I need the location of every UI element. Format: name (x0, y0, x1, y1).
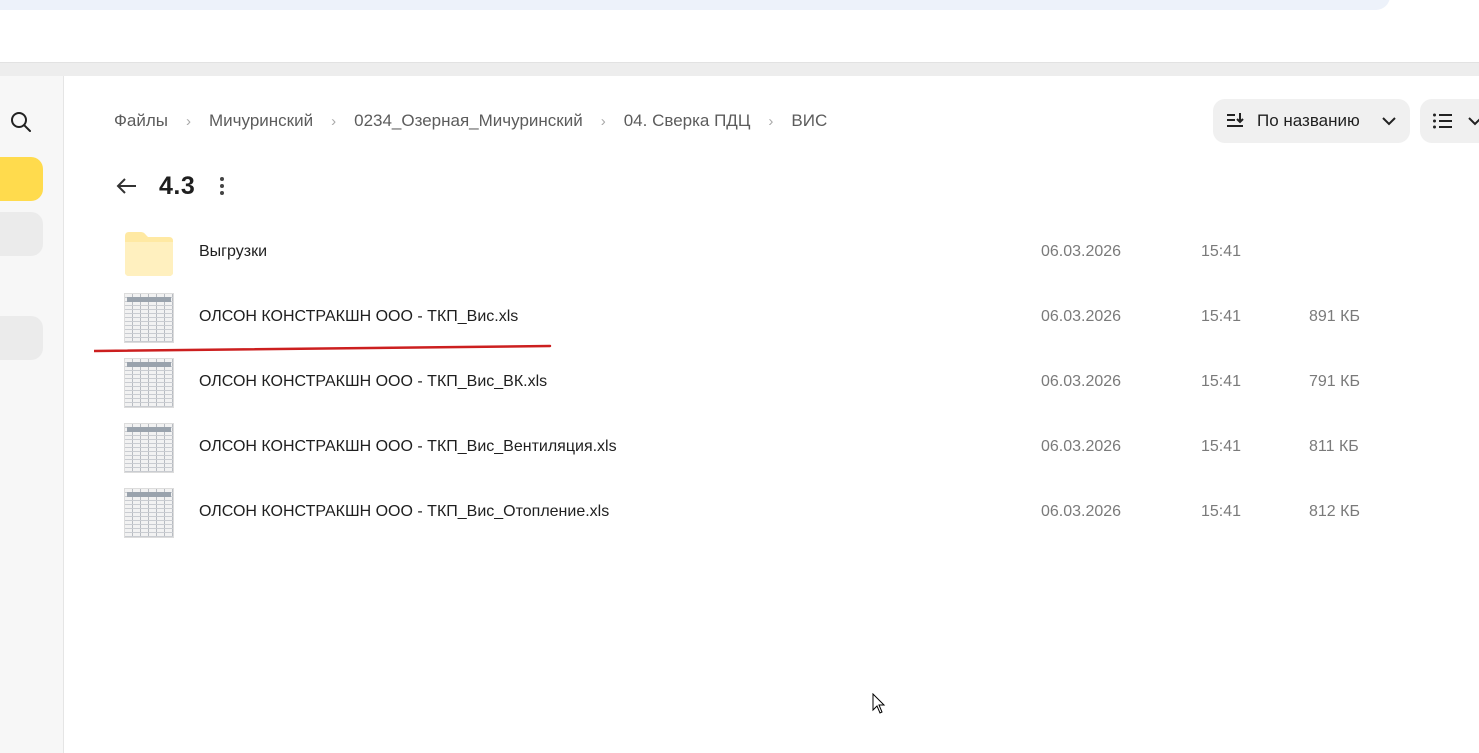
folder-icon (125, 232, 173, 276)
chevron-down-icon (1382, 117, 1396, 126)
top-bar (0, 0, 1479, 62)
chevron-down-icon (1468, 117, 1479, 126)
spreadsheet-thumbnail-icon (124, 423, 174, 473)
file-time: 15:41 (1201, 243, 1242, 260)
sort-label: По названию (1257, 111, 1360, 130)
file-name: ОЛСОН КОНСТРАКШН ООО - ТКП_Вис.xls (199, 308, 519, 325)
file-time: 15:41 (1201, 438, 1242, 455)
list-item-file[interactable]: ОЛСОН КОНСТРАКШН ООО - ТКП_Вис_Отопление… (64, 481, 1479, 545)
breadcrumb-item-sverka[interactable]: 04. Сверка ПДЦ (624, 111, 751, 131)
file-date: 06.03.2026 (1041, 243, 1122, 260)
spreadsheet-thumbnail-icon (124, 488, 174, 538)
file-size: 812 КБ (1309, 503, 1360, 520)
file-name: Выгрузки (199, 243, 267, 260)
breadcrumb-separator: › (768, 112, 774, 130)
file-name: ОЛСОН КОНСТРАКШН ООО - ТКП_Вис_ВК.xls (199, 373, 548, 390)
spreadsheet-thumbnail-icon (124, 358, 174, 408)
back-arrow-icon[interactable] (114, 173, 140, 199)
breadcrumb-separator: › (331, 112, 337, 130)
breadcrumb-separator: › (186, 112, 192, 130)
mouse-cursor-icon (872, 693, 886, 714)
search-icon[interactable] (9, 110, 33, 134)
file-date: 06.03.2026 (1041, 438, 1122, 455)
file-size: 791 КБ (1309, 373, 1360, 390)
file-date: 06.03.2026 (1041, 373, 1122, 390)
file-size: 811 КБ (1309, 438, 1359, 455)
file-name: ОЛСОН КОНСТРАКШН ООО - ТКП_Вис_Отопление… (199, 503, 610, 520)
list-item-file[interactable]: ОЛСОН КОНСТРАКШН ООО - ТКП_Вис.xls 06.03… (64, 286, 1479, 350)
file-date: 06.03.2026 (1041, 503, 1122, 520)
top-search-strip[interactable] (0, 0, 1390, 10)
rail-item-active[interactable] (0, 157, 43, 201)
rail-item-3[interactable] (0, 316, 43, 360)
page: Файлы › Мичуринский › 0234_Озерная_Мичур… (0, 0, 1479, 753)
header-divider (0, 62, 1479, 76)
file-time: 15:41 (1201, 308, 1242, 325)
breadcrumb-separator: › (600, 112, 606, 130)
list-item-folder-vygruzki[interactable]: Выгрузки 06.03.2026 15:41 (64, 221, 1479, 285)
spreadsheet-thumbnail-icon (124, 293, 174, 343)
sort-icon (1227, 113, 1244, 127)
file-date: 06.03.2026 (1041, 308, 1122, 325)
rail-item-2[interactable] (0, 212, 43, 256)
breadcrumb-item-files[interactable]: Файлы (114, 111, 168, 131)
folder-header: 4.3 (114, 171, 227, 201)
more-options-icon[interactable] (217, 175, 227, 197)
sort-button[interactable]: По названию (1213, 99, 1410, 143)
breadcrumb: Файлы › Мичуринский › 0234_Озерная_Мичур… (114, 109, 827, 133)
page-title: 4.3 (159, 171, 196, 200)
file-size: 891 КБ (1309, 308, 1360, 325)
main-content: Файлы › Мичуринский › 0234_Озерная_Мичур… (64, 76, 1479, 753)
breadcrumb-item-project[interactable]: 0234_Озерная_Мичуринский (354, 111, 583, 131)
file-time: 15:41 (1201, 503, 1242, 520)
breadcrumb-item-michurinsky[interactable]: Мичуринский (209, 111, 313, 131)
view-mode-button[interactable] (1420, 99, 1479, 143)
left-rail (0, 76, 64, 753)
file-name: ОЛСОН КОНСТРАКШН ООО - ТКП_Вис_Вентиляци… (199, 438, 617, 455)
list-item-file[interactable]: ОЛСОН КОНСТРАКШН ООО - ТКП_Вис_Вентиляци… (64, 416, 1479, 480)
file-time: 15:41 (1201, 373, 1242, 390)
list-item-file[interactable]: ОЛСОН КОНСТРАКШН ООО - ТКП_Вис_ВК.xls 06… (64, 351, 1479, 415)
list-view-icon (1433, 113, 1452, 129)
breadcrumb-item-vis[interactable]: ВИС (791, 111, 827, 131)
